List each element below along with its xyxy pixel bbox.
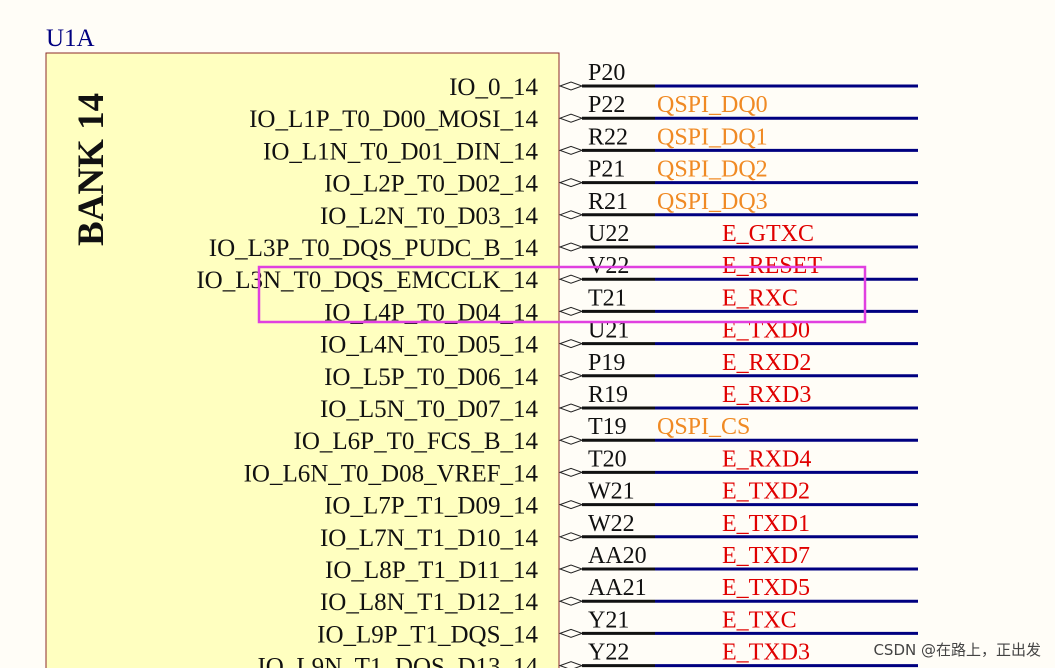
pin-number-label: R19 bbox=[588, 382, 628, 408]
bidir-pin-icon bbox=[558, 628, 584, 638]
bidir-pin-icon bbox=[558, 210, 584, 220]
bidir-pin-icon bbox=[558, 532, 584, 542]
bidir-pin-icon bbox=[558, 274, 584, 284]
pin-number-label: P20 bbox=[588, 60, 625, 86]
net-label: E_GTXC bbox=[722, 221, 814, 247]
net-label: E_RXC bbox=[722, 285, 798, 311]
bidir-pin-icon bbox=[558, 81, 584, 91]
net-label: E_TXD5 bbox=[722, 575, 810, 601]
schematic-canvas: U1A BANK 14 IO_0_14 P20 IO_L1P_T0_D00_MOSI… bbox=[45, 25, 918, 668]
pin-name-label: IO_L2P_T0_D02_14 bbox=[324, 171, 538, 198]
pin-name-label: IO_L6N_T0_D08_VREF_14 bbox=[244, 460, 539, 487]
bidir-pin-icon bbox=[558, 500, 584, 510]
net-label: QSPI_DQ2 bbox=[657, 157, 768, 183]
pin-number-label: Y22 bbox=[588, 640, 629, 666]
pin-number-label: P19 bbox=[588, 350, 625, 376]
pin-number-label: U22 bbox=[588, 221, 629, 247]
pin-name-label: IO_L6P_T0_FCS_B_14 bbox=[294, 428, 539, 455]
pin-name-label: IO_L9N_T1_DQS_D13_14 bbox=[257, 654, 538, 668]
pin-name-label: IO_L8P_T1_D11_14 bbox=[325, 557, 538, 584]
net-label: QSPI_CS bbox=[657, 414, 750, 440]
net-label: E_TXD2 bbox=[722, 479, 810, 505]
bidir-pin-icon bbox=[558, 403, 584, 413]
pin-number-label: P21 bbox=[588, 157, 625, 183]
pin-number-label: P22 bbox=[588, 92, 625, 118]
pin-name-label: IO_L9P_T1_DQS_14 bbox=[317, 621, 538, 648]
pin-number-label: W22 bbox=[588, 511, 635, 537]
pin-number-label: T21 bbox=[588, 285, 627, 311]
net-label: E_TXD3 bbox=[722, 640, 810, 666]
pin-name-label: IO_L2N_T0_D03_14 bbox=[320, 203, 539, 230]
bidir-pin-icon bbox=[558, 435, 584, 445]
bidir-pin-icon bbox=[558, 306, 584, 316]
pin-name-label: IO_L7P_T1_D09_14 bbox=[324, 493, 538, 520]
net-label: E_TXD7 bbox=[722, 543, 810, 569]
net-label: E_RXD2 bbox=[722, 350, 811, 376]
pin-name-label: IO_L1N_T0_D01_DIN_14 bbox=[263, 138, 538, 165]
net-label: E_RXD3 bbox=[722, 382, 811, 408]
bidir-pin-icon bbox=[558, 339, 584, 349]
pin-number-label: W21 bbox=[588, 479, 635, 505]
pin-name-label: IO_L1P_T0_D00_MOSI_14 bbox=[249, 106, 538, 133]
bidir-pin-icon bbox=[558, 242, 584, 252]
pin-number-label: T19 bbox=[588, 414, 627, 440]
pin-name-label: IO_L7N_T1_D10_14 bbox=[320, 525, 539, 552]
pin-name-label: IO_0_14 bbox=[449, 74, 538, 101]
bidir-pin-icon bbox=[558, 467, 584, 477]
bidir-pin-icon bbox=[558, 564, 584, 574]
net-label: QSPI_DQ1 bbox=[657, 124, 768, 150]
pin-number-label: AA21 bbox=[588, 575, 647, 601]
bidir-pin-icon bbox=[558, 145, 584, 155]
pin-name-label: IO_L3N_T0_DQS_EMCCLK_14 bbox=[196, 267, 538, 294]
pin-number-label: Y21 bbox=[588, 607, 629, 633]
component-ref-label: U1A bbox=[46, 25, 95, 52]
net-label: QSPI_DQ3 bbox=[657, 189, 768, 215]
net-label: E_TXC bbox=[722, 607, 797, 633]
bank-label: BANK 14 bbox=[71, 93, 112, 246]
bidir-pin-icon bbox=[558, 596, 584, 606]
bidir-pin-icon bbox=[558, 113, 584, 123]
pin-number-label: AA20 bbox=[588, 543, 647, 569]
pin-name-label: IO_L4N_T0_D05_14 bbox=[320, 332, 539, 359]
pin-number-label: T20 bbox=[588, 446, 627, 472]
bidir-pin-icon bbox=[558, 661, 584, 668]
pin-name-label: IO_L8N_T1_D12_14 bbox=[320, 589, 539, 616]
pin-number-label: R21 bbox=[588, 189, 628, 215]
net-label: QSPI_DQ0 bbox=[657, 92, 768, 118]
watermark-text: CSDN @在路上，正出发 bbox=[873, 641, 1041, 659]
bidir-pin-icon bbox=[558, 371, 584, 381]
bidir-pin-icon bbox=[558, 178, 584, 188]
pin-name-label: IO_L5N_T0_D07_14 bbox=[320, 396, 539, 423]
net-label: E_TXD1 bbox=[722, 511, 810, 537]
pin-name-label: IO_L3P_T0_DQS_PUDC_B_14 bbox=[209, 235, 539, 262]
net-label: E_RXD4 bbox=[722, 446, 811, 472]
pin-name-label: IO_L5P_T0_D06_14 bbox=[324, 364, 538, 391]
pin-number-label: R22 bbox=[588, 124, 628, 150]
